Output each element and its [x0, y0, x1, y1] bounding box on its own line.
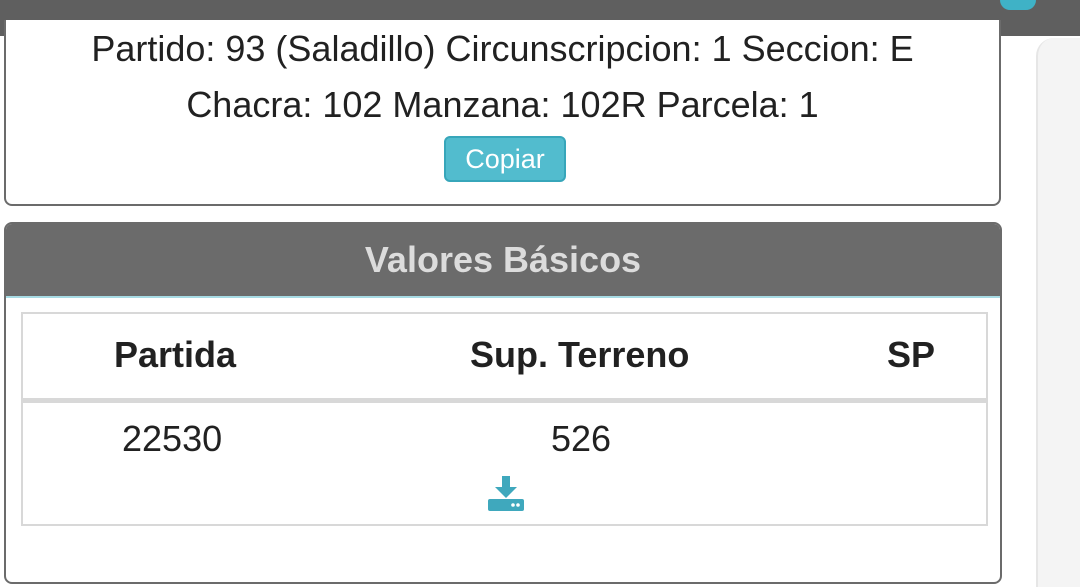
copy-button[interactable]: Copiar: [444, 136, 566, 182]
column-header-partida: Partida: [114, 334, 237, 375]
cell-sup-terreno: 526: [551, 418, 612, 459]
column-header-sp: SP: [887, 334, 936, 375]
basic-values-title: Valores Básicos: [6, 224, 1000, 298]
location-line-partido: Partido: 93 (Saladillo) Circunscripcion:…: [91, 28, 914, 69]
basic-values-table: Partida Sup. Terreno SP 22530 526: [21, 312, 988, 526]
location-line-chacra: Chacra: 102 Manzana: 102R Parcela: 1: [186, 84, 819, 125]
scrollbar[interactable]: [1036, 38, 1080, 587]
column-header-sup-terreno: Sup. Terreno: [470, 334, 690, 375]
download-icon[interactable]: [487, 476, 525, 512]
top-bar-accent: [1000, 0, 1036, 10]
table-header-divider: [23, 398, 986, 403]
basic-values-card: Valores Básicos Partida Sup. Terreno SP …: [4, 222, 1002, 584]
cell-partida: 22530: [122, 418, 223, 459]
location-card: Partido: 93 (Saladillo) Circunscripcion:…: [4, 20, 1001, 206]
